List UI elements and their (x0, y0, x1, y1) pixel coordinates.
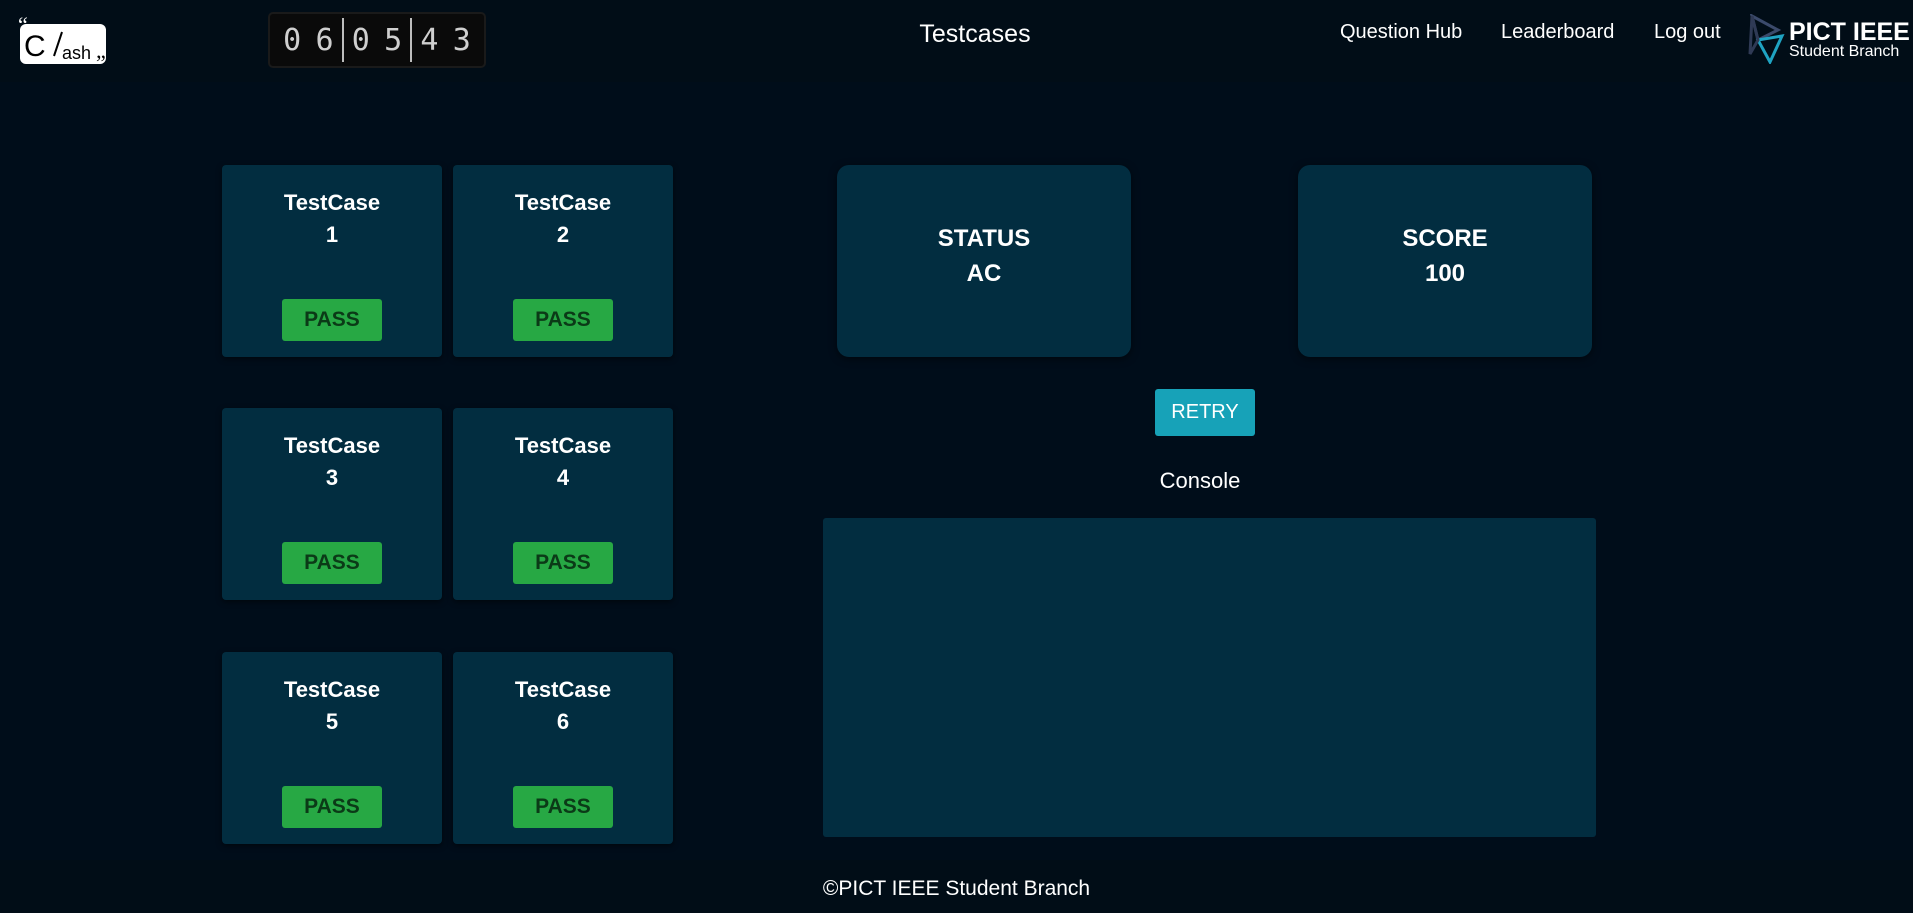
svg-text:”: ” (96, 50, 106, 68)
testcase-number: 3 (325, 465, 339, 490)
testcase-card: TestCase 6 PASS (453, 652, 673, 844)
score-value: 100 (1424, 260, 1466, 287)
testcase-label: TestCase (514, 433, 612, 458)
nav-leaderboard[interactable]: Leaderboard (1501, 21, 1614, 44)
status-label: STATUS (937, 225, 1031, 252)
nav-logout[interactable]: Log out (1654, 21, 1721, 44)
svg-text:ash: ash (62, 43, 91, 63)
navbar: “ C ash ” 0 6 0 5 4 3 Testcases Question… (0, 0, 1913, 82)
retry-button[interactable]: RETRY (1155, 389, 1255, 436)
footer: ©PICT IEEE Student Branch (0, 860, 1913, 913)
status-card: STATUS AC (837, 165, 1131, 357)
timer-digit: 6 (315, 22, 334, 58)
testcase-label: TestCase (514, 677, 612, 702)
score-label: SCORE (1402, 225, 1488, 252)
testcase-number: 4 (556, 465, 570, 490)
status-value: AC (966, 260, 1002, 287)
testcase-card: TestCase 4 PASS (453, 408, 673, 600)
page-title: Testcases (919, 20, 1031, 48)
timer-digit: 0 (283, 22, 302, 58)
footer-text: ©PICT IEEE Student Branch (822, 877, 1091, 900)
testcase-number: 1 (325, 222, 339, 247)
testcase-number: 2 (556, 222, 570, 247)
testcase-label: TestCase (514, 190, 612, 215)
testcase-label: TestCase (283, 433, 381, 458)
pass-badge: PASS (513, 542, 613, 584)
svg-text:C: C (24, 30, 46, 63)
timer-digit: 0 (351, 22, 370, 58)
ieee-triangle-icon (1748, 14, 1785, 64)
ieee-logo-subtitle: Student Branch (1789, 43, 1900, 60)
timer-separator (410, 18, 413, 62)
pass-badge: PASS (513, 299, 613, 341)
testcase-number: 6 (556, 709, 570, 734)
testcase-card: TestCase 2 PASS (453, 165, 673, 357)
testcase-card: TestCase 3 PASS (222, 408, 442, 600)
console-label: Console (1159, 468, 1241, 493)
pass-badge: PASS (282, 786, 382, 828)
timer-digit: 5 (384, 22, 403, 58)
score-card: SCORE 100 (1298, 165, 1592, 357)
nav-question-hub[interactable]: Question Hub (1340, 21, 1462, 44)
pass-badge: PASS (282, 542, 382, 584)
testcase-label: TestCase (283, 190, 381, 215)
testcase-label: TestCase (283, 677, 381, 702)
pass-badge: PASS (282, 299, 382, 341)
testcase-card: TestCase 5 PASS (222, 652, 442, 844)
timer-digit: 4 (420, 22, 439, 58)
testcase-number: 5 (325, 709, 339, 734)
pass-badge: PASS (513, 786, 613, 828)
console-output[interactable] (823, 518, 1596, 837)
countdown-timer: 0 6 0 5 4 3 (268, 12, 486, 68)
timer-separator (341, 18, 344, 62)
clash-logo[interactable]: “ C ash ” (16, 16, 113, 68)
testcase-card: TestCase 1 PASS (222, 165, 442, 357)
timer-digit: 3 (452, 22, 471, 58)
